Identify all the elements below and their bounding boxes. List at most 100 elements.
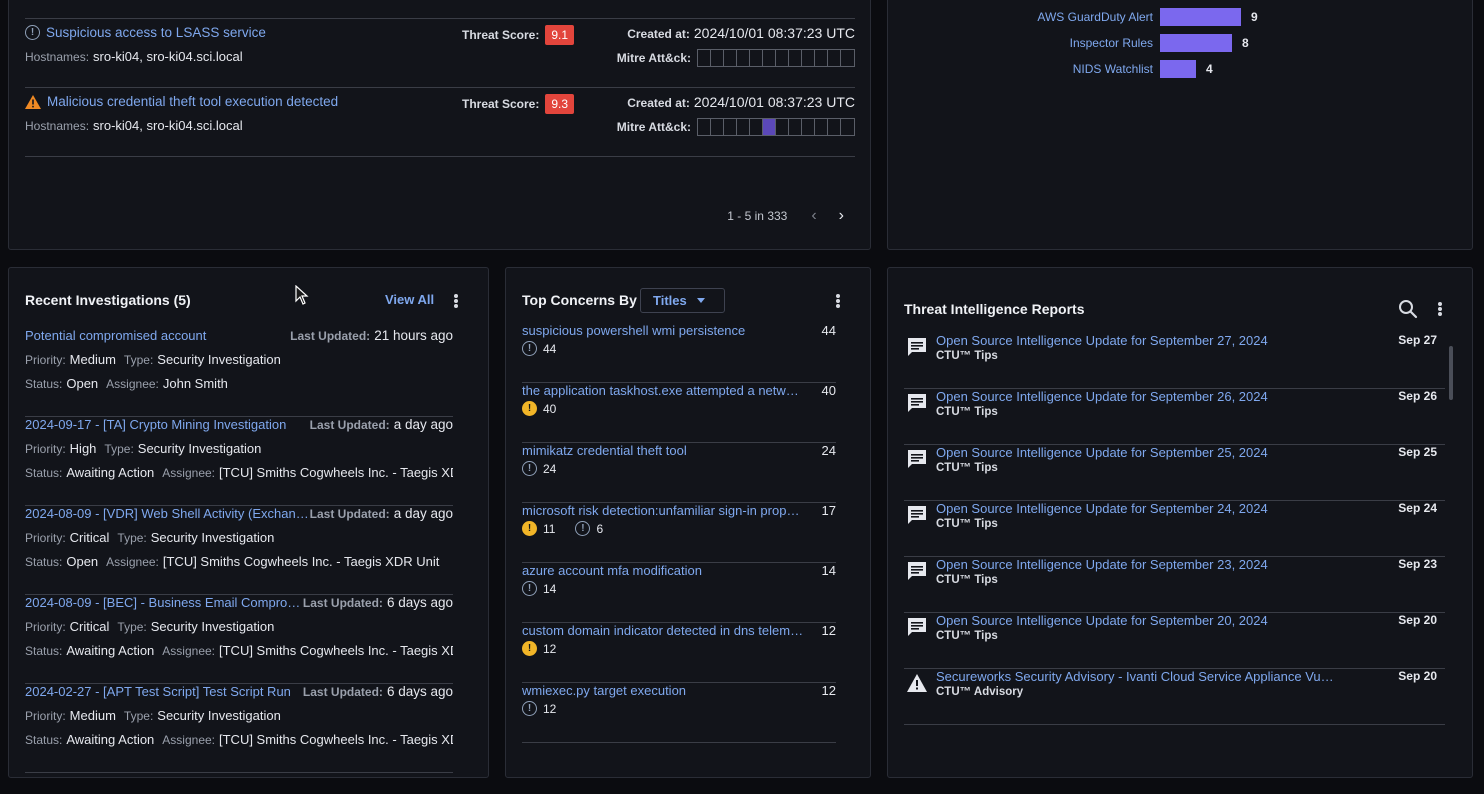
- chart-bar[interactable]: [1160, 34, 1232, 52]
- concerns-more-menu-icon[interactable]: [830, 292, 846, 310]
- threat-report-title[interactable]: Open Source Intelligence Update for Sept…: [936, 501, 1336, 516]
- info-circle-icon: !: [522, 701, 537, 716]
- created-label: Created at:: [627, 96, 690, 110]
- mitre-cell[interactable]: [724, 119, 737, 135]
- threat-report-source: CTU™ Tips: [936, 462, 998, 474]
- mitre-cell[interactable]: [724, 50, 737, 66]
- investigation-item[interactable]: 2024-08-09 - [BEC] - Business Email Comp…: [25, 595, 453, 684]
- info-circle-icon: !: [25, 25, 40, 40]
- mitre-cell[interactable]: [698, 119, 711, 135]
- concern-severity-breakdown: ! 12: [522, 641, 556, 656]
- chart-bar-label[interactable]: AWS GuardDuty Alert: [1037, 10, 1153, 24]
- chart-bar-label[interactable]: Inspector Rules: [1070, 36, 1153, 50]
- mitre-matrix[interactable]: [697, 118, 855, 136]
- investigation-title[interactable]: 2024-08-09 - [BEC] - Business Email Comp…: [25, 595, 310, 610]
- threat-report-item[interactable]: Open Source Intelligence Update for Sept…: [904, 333, 1445, 389]
- mitre-cell[interactable]: [802, 50, 815, 66]
- investigation-item[interactable]: 2024-09-17 - [TA] Crypto Mining Investig…: [25, 417, 453, 506]
- status-value: Awaiting Action: [66, 643, 155, 658]
- investigation-priority-type: Priority: Medium Type: Security Investigati…: [25, 708, 453, 723]
- mitre-cell[interactable]: [711, 119, 724, 135]
- alert-row[interactable]: ! Suspicious access to LSASS service Hostn…: [25, 19, 855, 88]
- mitre-cell[interactable]: [828, 119, 841, 135]
- alert-row[interactable]: Malicious credential theft tool executio…: [25, 88, 855, 157]
- mitre-cell[interactable]: [802, 119, 815, 135]
- concern-count: 12: [821, 683, 836, 698]
- mitre-cell[interactable]: [750, 50, 763, 66]
- mitre-cell[interactable]: [841, 50, 854, 66]
- next-page-button[interactable]: ›: [839, 207, 844, 225]
- concern-item[interactable]: custom domain indicator detected in dns …: [522, 623, 836, 683]
- investigations-more-menu-icon[interactable]: [448, 292, 464, 310]
- threat-report-item[interactable]: Open Source Intelligence Update for Sept…: [904, 613, 1445, 669]
- concern-title[interactable]: microsoft risk detection:unfamiliar sign…: [522, 503, 804, 518]
- threat-report-title[interactable]: Open Source Intelligence Update for Sept…: [936, 557, 1336, 572]
- concern-title[interactable]: wmiexec.py target execution: [522, 683, 804, 698]
- investigation-item[interactable]: 2024-08-09 - [VDR] Web Shell Activity (E…: [25, 506, 453, 595]
- mitre-cell[interactable]: [815, 119, 828, 135]
- investigation-item[interactable]: Potential compromised account Last Update…: [25, 328, 453, 417]
- chart-bar[interactable]: [1160, 60, 1196, 78]
- concern-title[interactable]: azure account mfa modification: [522, 563, 804, 578]
- priority-value: Critical: [69, 530, 110, 545]
- investigation-title[interactable]: Potential compromised account: [25, 328, 310, 343]
- mitre-cell[interactable]: [789, 50, 802, 66]
- alert-title[interactable]: ! Suspicious access to LSASS service: [25, 25, 266, 40]
- group-by-dropdown[interactable]: Titles: [640, 288, 725, 313]
- threat-report-item[interactable]: Open Source Intelligence Update for Sept…: [904, 445, 1445, 501]
- concern-title[interactable]: the application taskhost.exe attempted a…: [522, 383, 804, 398]
- concern-item[interactable]: suspicious powershell wmi persistence 44!…: [522, 323, 836, 383]
- concern-item[interactable]: mimikatz credential theft tool 24! 24: [522, 443, 836, 503]
- alert-title-text[interactable]: Suspicious access to LSASS service: [46, 25, 266, 40]
- mitre-cell[interactable]: [763, 119, 776, 135]
- investigation-title[interactable]: 2024-09-17 - [TA] Crypto Mining Investig…: [25, 417, 310, 432]
- search-icon[interactable]: [1398, 299, 1418, 319]
- mitre-cell[interactable]: [789, 119, 802, 135]
- chart-bar[interactable]: [1160, 8, 1241, 26]
- mitre-cell[interactable]: [776, 50, 789, 66]
- threat-score: Threat Score: 9.3: [462, 94, 575, 114]
- alert-title[interactable]: Malicious credential theft tool executio…: [25, 94, 338, 109]
- threat-report-title[interactable]: Open Source Intelligence Update for Sept…: [936, 613, 1336, 628]
- investigation-title[interactable]: 2024-02-27 - [APT Test Script] Test Scri…: [25, 684, 310, 699]
- mitre-cell[interactable]: [711, 50, 724, 66]
- threat-report-item[interactable]: Open Source Intelligence Update for Sept…: [904, 557, 1445, 613]
- prev-page-button[interactable]: ‹: [811, 207, 816, 225]
- threat-report-title[interactable]: Open Source Intelligence Update for Sept…: [936, 445, 1336, 460]
- concern-item[interactable]: microsoft risk detection:unfamiliar sign…: [522, 503, 836, 563]
- mitre-cell[interactable]: [737, 119, 750, 135]
- mitre-cell[interactable]: [828, 50, 841, 66]
- threat-report-item[interactable]: Open Source Intelligence Update for Sept…: [904, 389, 1445, 445]
- threat-intel-scrollbar[interactable]: [1449, 346, 1453, 400]
- investigation-item[interactable]: 2024-02-27 - [APT Test Script] Test Scri…: [25, 684, 453, 773]
- alert-row[interactable]: !Mimikatz credential theft toolHostnames…: [25, 0, 855, 19]
- concern-count: 44: [821, 323, 836, 338]
- mitre-matrix[interactable]: [697, 49, 855, 67]
- view-all-link[interactable]: View All: [385, 292, 434, 307]
- concern-title[interactable]: mimikatz credential theft tool: [522, 443, 804, 458]
- last-updated-label: Last Updated:: [309, 507, 390, 521]
- concern-title[interactable]: custom domain indicator detected in dns …: [522, 623, 804, 638]
- investigation-title[interactable]: 2024-08-09 - [VDR] Web Shell Activity (E…: [25, 506, 310, 521]
- concern-item[interactable]: azure account mfa modification 14! 14: [522, 563, 836, 623]
- mitre-cell[interactable]: [841, 119, 854, 135]
- investigation-last-updated: Last Updated: a day ago: [310, 417, 453, 432]
- concern-title[interactable]: suspicious powershell wmi persistence: [522, 323, 804, 338]
- concern-item[interactable]: the application taskhost.exe attempted a…: [522, 383, 836, 443]
- threat-report-title[interactable]: Open Source Intelligence Update for Sept…: [936, 333, 1336, 348]
- chart-bar-label[interactable]: NIDS Watchlist: [1073, 62, 1153, 76]
- mitre-cell[interactable]: [750, 119, 763, 135]
- priority-label: Priority:: [25, 442, 66, 456]
- mitre-cell[interactable]: [815, 50, 828, 66]
- threat-report-title[interactable]: Open Source Intelligence Update for Sept…: [936, 389, 1336, 404]
- mitre-cell[interactable]: [776, 119, 789, 135]
- threat-report-title[interactable]: Secureworks Security Advisory - Ivanti C…: [936, 669, 1336, 684]
- threat-report-item[interactable]: Open Source Intelligence Update for Sept…: [904, 501, 1445, 557]
- concern-item[interactable]: wmiexec.py target execution 12! 12: [522, 683, 836, 743]
- threat-report-item[interactable]: Secureworks Security Advisory - Ivanti C…: [904, 669, 1445, 725]
- mitre-cell[interactable]: [763, 50, 776, 66]
- mitre-cell[interactable]: [737, 50, 750, 66]
- threat-intel-more-menu-icon[interactable]: [1432, 300, 1448, 318]
- mitre-cell[interactable]: [698, 50, 711, 66]
- alert-title-text[interactable]: Malicious credential theft tool executio…: [47, 94, 338, 109]
